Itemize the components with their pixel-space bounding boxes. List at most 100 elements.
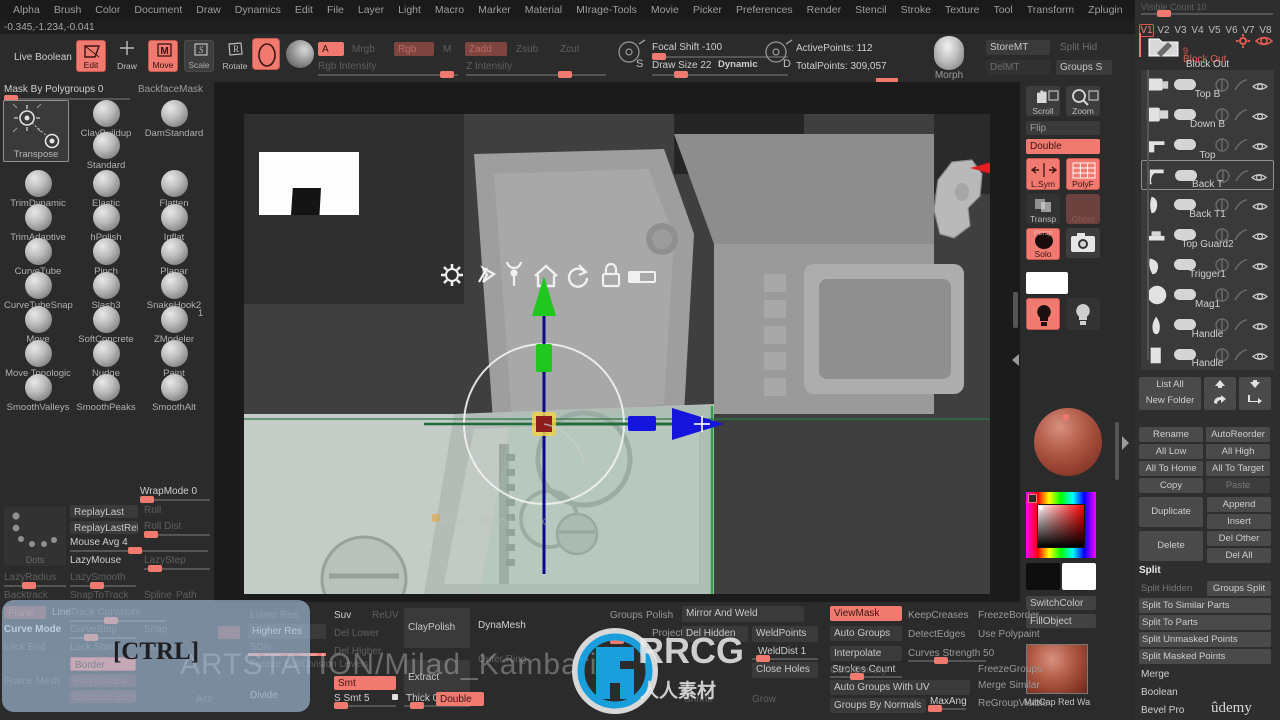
scale-button[interactable]: S Scale xyxy=(184,40,214,72)
freeze-groups-label[interactable]: FreezeGroups xyxy=(978,664,1042,675)
del-higher-label[interactable]: Del Higher xyxy=(334,646,381,657)
menu-item-preferences[interactable]: Preferences xyxy=(729,4,800,16)
boolean-header[interactable]: Boolean xyxy=(1141,687,1178,698)
rgb-button[interactable]: Rgb xyxy=(394,42,434,56)
outer-ring-label[interactable]: Outer Ring xyxy=(478,654,526,665)
light-off-button[interactable] xyxy=(1066,298,1100,330)
menu-item-render[interactable]: Render xyxy=(800,4,848,16)
roll-label[interactable]: Roll xyxy=(144,505,161,516)
split-unmasked-button[interactable]: Split Unmasked Points xyxy=(1139,632,1271,647)
duplicate-button[interactable]: Duplicate xyxy=(1139,497,1203,527)
mirror-and-weld-button[interactable]: Mirror And Weld xyxy=(682,606,804,622)
extract-button[interactable]: Extract xyxy=(404,660,470,696)
store-mt-button[interactable]: StoreMT xyxy=(986,40,1050,55)
mouse-avg-slider[interactable] xyxy=(70,547,208,554)
visible-count-slider[interactable] xyxy=(1141,10,1273,17)
merge-header[interactable]: Merge xyxy=(1141,669,1169,680)
mrgb-label[interactable]: Mrgb xyxy=(352,44,375,55)
split-hid-button[interactable]: Split Hid xyxy=(1056,40,1112,55)
keep-creases-label[interactable]: KeepCreases xyxy=(908,610,969,621)
move-down-button[interactable] xyxy=(1239,377,1271,394)
split-masked-button[interactable]: Split Masked Points xyxy=(1139,649,1271,664)
zcut-label[interactable]: Zcut xyxy=(560,44,579,55)
dots-stroke-preview[interactable]: Dots xyxy=(4,506,66,566)
menu-item-stencil[interactable]: Stencil xyxy=(848,4,894,16)
s-smt-slider[interactable] xyxy=(334,702,396,709)
morph-sphere-icon[interactable] xyxy=(934,36,964,70)
del-lower-label[interactable]: Del Lower xyxy=(334,628,379,639)
menu-item-light[interactable]: Light xyxy=(391,4,428,16)
primary-color-swatch[interactable] xyxy=(1026,563,1060,590)
color-picker-sv[interactable] xyxy=(1037,504,1085,548)
split-to-similar-button[interactable]: Split To Similar Parts xyxy=(1139,598,1271,613)
delete-button[interactable]: Delete xyxy=(1139,531,1203,561)
move-into-button[interactable] xyxy=(1239,393,1271,410)
material-sphere-preview[interactable] xyxy=(1034,408,1102,476)
stroke-dial-icon[interactable]: S xyxy=(615,38,651,70)
ghost-button[interactable]: Ghost xyxy=(1066,194,1100,224)
menu-item-marker[interactable]: Marker xyxy=(471,4,518,16)
groups-by-normals-button[interactable]: Groups By Normals xyxy=(830,698,926,713)
weld-dist-slider[interactable] xyxy=(752,655,818,662)
groups-split-button[interactable]: Groups Split xyxy=(1207,581,1271,596)
zadd-button[interactable]: Zadd xyxy=(465,42,507,56)
menu-item-tool[interactable]: Tool xyxy=(986,4,1019,16)
color-density-label[interactable]: ColorDensity xyxy=(830,665,887,676)
material-preview[interactable] xyxy=(286,40,314,68)
view-button-v4[interactable]: V4 xyxy=(1190,25,1205,36)
split-header[interactable]: Split xyxy=(1139,565,1161,576)
menu-item-brush[interactable]: Brush xyxy=(47,4,88,16)
z-intensity-slider[interactable] xyxy=(466,71,606,78)
move-up-button[interactable] xyxy=(1204,377,1236,394)
auto-groups-button[interactable]: Auto Groups xyxy=(830,626,902,641)
menu-item-layer[interactable]: Layer xyxy=(351,4,391,16)
camera-button[interactable] xyxy=(1066,228,1100,258)
eye-icon[interactable] xyxy=(1255,34,1273,48)
copy-button[interactable]: Copy xyxy=(1139,478,1203,493)
del-other-button[interactable]: Del Other xyxy=(1207,531,1271,546)
max-angle-slider[interactable] xyxy=(928,705,966,712)
grow-label[interactable]: Grow xyxy=(752,694,776,705)
merge-similar-label[interactable]: Merge Similar xyxy=(978,680,1040,691)
alpha-a-button[interactable]: A xyxy=(318,42,344,56)
menu-item-stroke[interactable]: Stroke xyxy=(894,4,938,16)
menu-item-material[interactable]: Material xyxy=(518,4,569,16)
replay-last-button[interactable]: ReplayLast xyxy=(70,505,138,518)
m-label[interactable]: M xyxy=(443,44,451,55)
new-folder-button[interactable]: New Folder xyxy=(1139,393,1201,410)
dynamesh-label[interactable]: DynaMesh xyxy=(478,620,526,631)
wrap-mode-slider[interactable] xyxy=(140,496,210,503)
menu-item-draw[interactable]: Draw xyxy=(189,4,228,16)
s-smt-toggle[interactable] xyxy=(392,694,398,700)
append-button[interactable]: Append xyxy=(1207,497,1271,512)
auto-reorder-button[interactable]: AutoReorder xyxy=(1206,427,1270,442)
replay-last-rel-button[interactable]: ReplayLastRel xyxy=(70,521,138,534)
del-all-button[interactable]: Del All xyxy=(1207,548,1271,563)
list-all-button[interactable]: List All xyxy=(1139,377,1201,394)
all-high-button[interactable]: All High xyxy=(1206,444,1270,459)
menu-item-dynamics[interactable]: Dynamics xyxy=(228,4,288,16)
transpose-gizmo[interactable] xyxy=(404,274,904,594)
curves-strength-label[interactable]: Curves Strength 50 xyxy=(908,648,994,659)
light-on-button[interactable] xyxy=(1026,298,1060,330)
groups-label[interactable]: Groups xyxy=(610,610,643,621)
all-to-target-button[interactable]: All To Target xyxy=(1206,461,1270,476)
canvas-collapse-arrow[interactable] xyxy=(1010,352,1020,368)
nav-head-gizmo[interactable] xyxy=(920,134,990,254)
brush-transpose[interactable]: Transpose xyxy=(3,100,69,162)
move-button[interactable]: M Move xyxy=(148,40,178,72)
shrink-label[interactable]: Shrink xyxy=(684,694,712,705)
switch-color-button[interactable]: SwitchColor xyxy=(1026,596,1096,610)
rotate-button[interactable]: R Rotate xyxy=(220,40,250,72)
smt-button[interactable]: Smt xyxy=(334,676,396,690)
gear-icon[interactable] xyxy=(1235,33,1251,49)
reuv-label[interactable]: ReUV xyxy=(372,610,399,621)
menu-item-transform[interactable]: Transform xyxy=(1020,4,1081,16)
brush-damstandard[interactable]: DamStandard xyxy=(140,100,208,139)
weld-points-button[interactable]: WeldPoints xyxy=(752,626,818,642)
menu-item-file[interactable]: File xyxy=(320,4,351,16)
material-expand-arrow[interactable] xyxy=(1120,434,1130,452)
menu-item-edit[interactable]: Edit xyxy=(288,4,320,16)
roll-dist-slider[interactable] xyxy=(144,531,210,538)
polish-label[interactable]: Polish xyxy=(646,610,673,621)
